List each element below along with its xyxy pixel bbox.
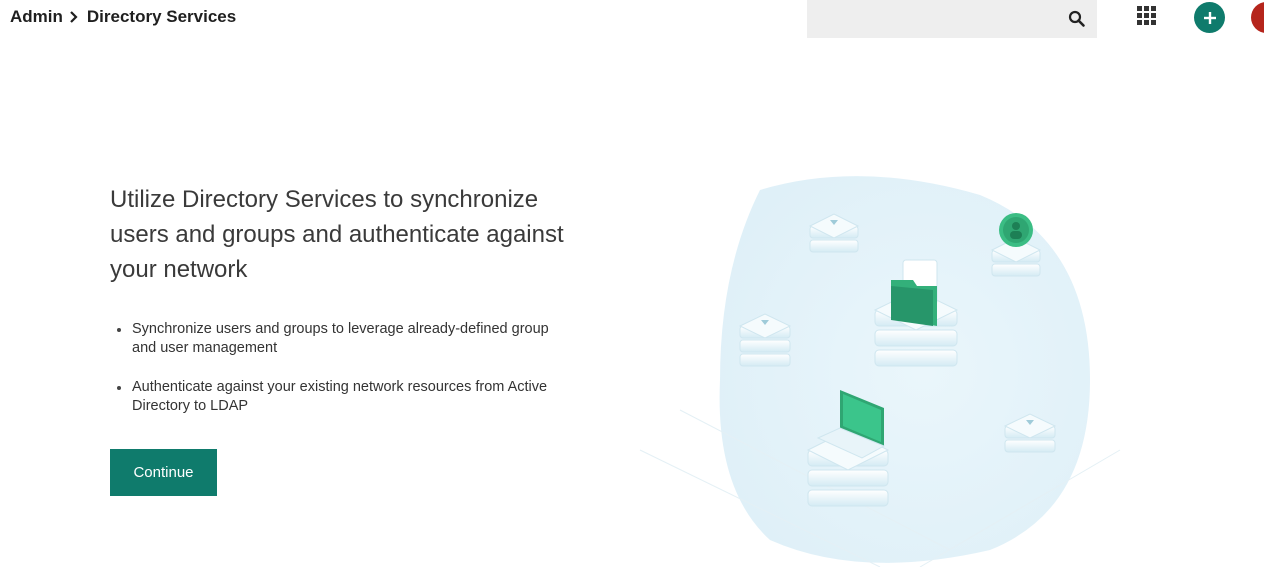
search-icon[interactable] — [1068, 10, 1086, 28]
breadcrumb: Admin Directory Services — [10, 7, 236, 27]
top-bar: Admin Directory Services — [0, 0, 1264, 38]
add-button[interactable] — [1194, 2, 1225, 33]
search-box — [807, 0, 1097, 38]
feature-list: Synchronize users and groups to leverage… — [110, 320, 570, 436]
plus-icon — [1203, 11, 1216, 24]
chevron-right-icon — [69, 7, 81, 27]
page-headline: Utilize Directory Services to synchroniz… — [110, 186, 564, 283]
avatar[interactable] — [1251, 2, 1264, 33]
list-item: Synchronize users and groups to leverage… — [110, 320, 570, 358]
continue-button[interactable]: Continue — [110, 449, 217, 496]
apps-grid-icon[interactable] — [1137, 6, 1159, 28]
directory-illustration — [620, 150, 1140, 568]
search-input[interactable] — [807, 0, 1071, 38]
breadcrumb-directory-services: Directory Services — [86, 7, 237, 26]
list-item: Authenticate against your existing netwo… — [110, 378, 570, 416]
breadcrumb-admin[interactable]: Admin — [10, 7, 63, 27]
